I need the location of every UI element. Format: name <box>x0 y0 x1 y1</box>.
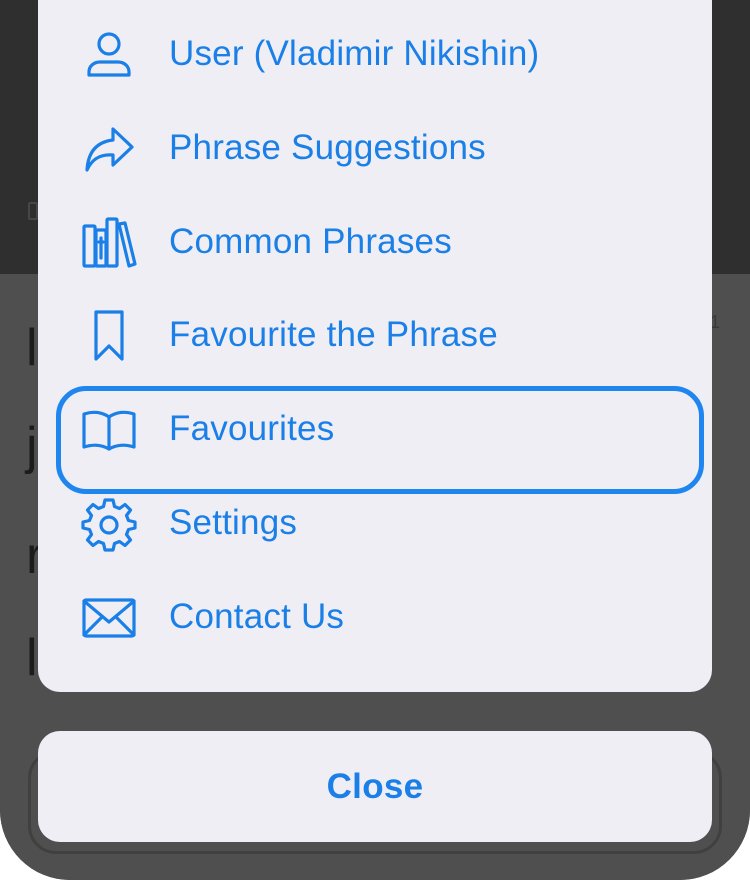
menu-item-label: Favourites <box>169 409 335 449</box>
menu-item-label: Common Phrases <box>169 222 452 262</box>
gear-icon <box>80 495 138 553</box>
menu-item-user[interactable]: User (Vladimir Nikishin) <box>38 8 712 102</box>
menu-item-label: Contact Us <box>169 597 345 637</box>
menu-item-contact-us[interactable]: Contact Us <box>38 571 712 665</box>
menu-item-settings[interactable]: Settings <box>38 477 712 571</box>
menu-item-label: Phrase Suggestions <box>169 128 486 168</box>
background-text-fragment: l <box>26 319 38 377</box>
menu-item-label: Settings <box>169 503 298 543</box>
background-text-fragment: j <box>26 417 38 475</box>
background-text-fragment: l <box>26 629 38 687</box>
bookmark-icon <box>80 307 138 365</box>
share-arrow-icon <box>80 120 138 178</box>
user-icon <box>80 26 138 84</box>
menu-item-favourite-phrase[interactable]: Favourite the Phrase <box>38 289 712 383</box>
close-button-label: Close <box>326 766 424 806</box>
menu-item-phrase-suggestions[interactable]: Phrase Suggestions <box>38 102 712 196</box>
close-button[interactable]: Close <box>38 731 712 842</box>
app-screen: 1 l j r l User (Vladimir Nikishin) Phras… <box>0 0 750 880</box>
background-small-icon <box>28 202 38 220</box>
envelope-icon <box>80 589 138 647</box>
books-icon <box>80 214 138 272</box>
open-book-icon <box>80 401 138 459</box>
menu-item-favourites[interactable]: Favourites <box>38 383 712 494</box>
menu-item-label: Favourite the Phrase <box>169 315 498 355</box>
menu-item-common-phrases[interactable]: Common Phrases <box>38 196 712 290</box>
menu-item-label: User (Vladimir Nikishin) <box>169 34 540 74</box>
action-sheet: User (Vladimir Nikishin) Phrase Suggesti… <box>38 0 712 692</box>
